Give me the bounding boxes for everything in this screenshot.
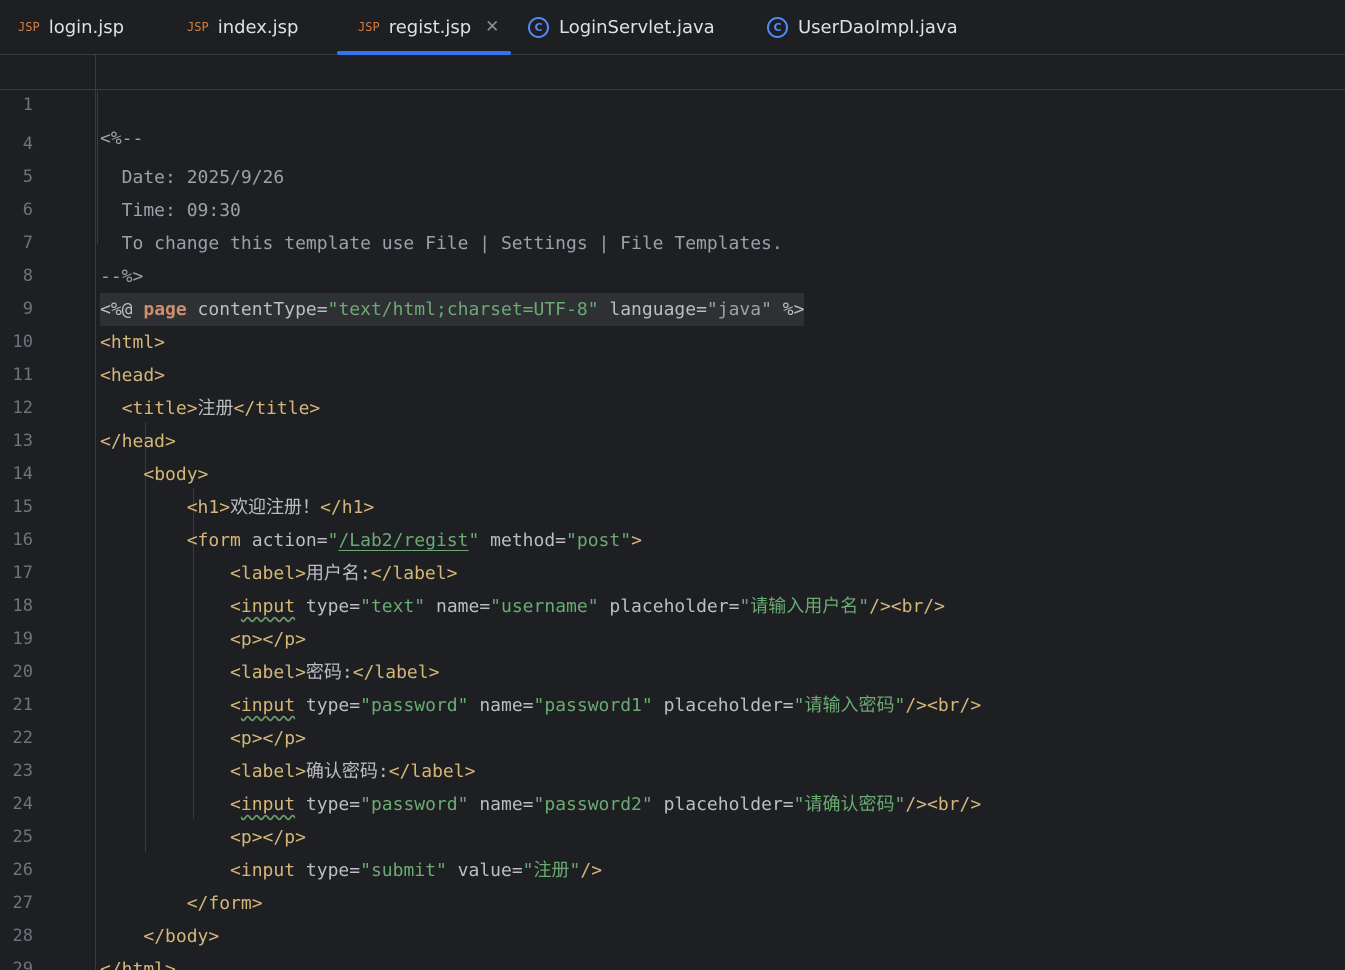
code-line: 17 <input type="text" name="username" pl…	[0, 524, 1345, 617]
tab-label: regist.jsp	[388, 16, 472, 38]
editor-tab-bar: JSP login.jsp JSP index.jsp JSP regist.j…	[0, 0, 1345, 55]
tab-label: LoginServlet.java	[559, 16, 715, 38]
code-line: 16 <label>用户名:</label>	[0, 491, 1345, 584]
folded-region-separator	[0, 89, 1345, 90]
code-line: 21 <p></p>	[0, 656, 1345, 749]
code-line: 8 <%@ page contentType="text/html;charse…	[0, 227, 1345, 326]
tab-login-jsp[interactable]: JSP login.jsp	[18, 0, 124, 54]
code-line: 20 <input type="password" name="password…	[0, 623, 1345, 716]
tab-regist-jsp[interactable]: JSP regist.jsp ✕	[337, 0, 511, 55]
code-line: 14 <h1>欢迎注册！</h1>	[0, 425, 1345, 518]
close-tab-icon[interactable]: ✕	[485, 17, 499, 37]
tab-label: index.jsp	[217, 16, 299, 38]
code-line: 22 <label>确认密码:</label>	[0, 689, 1345, 782]
jsp-file-icon: JSP	[187, 20, 209, 34]
code-line: 7 --%>	[0, 194, 1345, 287]
tab-index-jsp[interactable]: JSP index.jsp	[187, 0, 298, 54]
code-line: 12 </head>	[0, 359, 1345, 452]
code-line: 19 <label>密码:</label>	[0, 590, 1345, 683]
tab-loginservlet-java[interactable]: C LoginServlet.java	[528, 0, 715, 54]
code-line: 15 <form action="/Lab2/regist" method="p…	[0, 458, 1345, 551]
code-line: 29	[0, 920, 1345, 970]
code-line: 27 </body>	[0, 854, 1345, 947]
tab-userdaoimpl-java[interactable]: C UserDaoImpl.java	[767, 0, 958, 54]
line-content: </html>	[100, 959, 176, 970]
code-line: 6 To change this template use File | Set…	[0, 161, 1345, 254]
code-line: 5 Time: 09:30	[0, 128, 1345, 221]
code-editor[interactable]: 1 <%-- 4 Date: 2025/9/26 5 Time: 09:30 6…	[0, 55, 1345, 970]
code-line: 23 <input type="password" name="password…	[0, 722, 1345, 815]
code-line: 24 <p></p>	[0, 755, 1345, 848]
code-line: 4 Date: 2025/9/26	[0, 95, 1345, 188]
code-line: 9 <html>	[0, 260, 1345, 353]
code-line: 28 </html>	[0, 887, 1345, 970]
line-number: 29	[12, 959, 33, 970]
code-line: 13 <body>	[0, 392, 1345, 485]
tab-label: login.jsp	[48, 16, 125, 38]
code-line: 18 <p></p>	[0, 557, 1345, 650]
code-line: 11 <title>注册</title>	[0, 326, 1345, 419]
jsp-file-icon: JSP	[18, 20, 40, 34]
java-class-icon: C	[528, 16, 549, 38]
code-line: 25 <input type="submit" value="注册"/>	[0, 788, 1345, 881]
tab-label: UserDaoImpl.java	[798, 16, 958, 38]
code-line: 26 </form>	[0, 821, 1345, 914]
java-class-icon: C	[767, 16, 788, 38]
code-line: 1 <%--	[0, 56, 1345, 149]
code-line: 10 <head>	[0, 293, 1345, 386]
jsp-file-icon: JSP	[358, 20, 380, 34]
